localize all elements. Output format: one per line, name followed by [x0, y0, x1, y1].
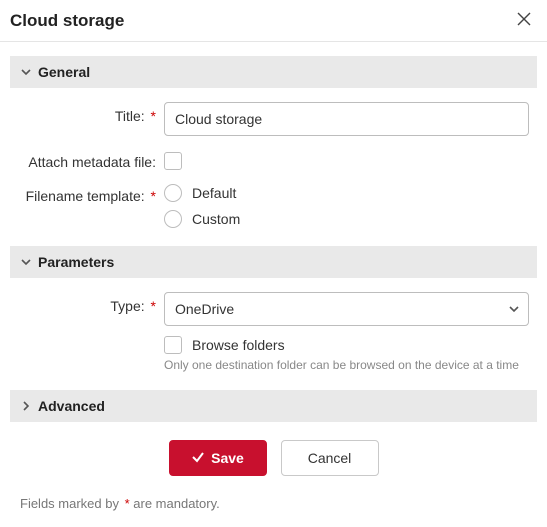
mandatory-note: Fields marked by * are mandatory. [10, 486, 537, 525]
dialog-footer: Save Cancel [10, 422, 537, 486]
filename-template-radio-group: Default Custom [164, 182, 529, 228]
section-body-general: Title: * Attach metadata file: Filename … [10, 88, 537, 246]
section-title-advanced: Advanced [38, 398, 105, 414]
radio-label-custom: Custom [192, 211, 240, 227]
dialog-content: General Title: * Attach metadata file: [0, 42, 547, 527]
browse-folders-checkbox[interactable] [164, 336, 182, 354]
cloud-storage-dialog: Cloud storage General Title: * [0, 0, 547, 527]
label-title: Title: * [18, 102, 164, 124]
browse-folders-hint: Only one destination folder can be brows… [164, 358, 529, 372]
radio-icon [164, 184, 182, 202]
label-filename-template: Filename template: * [18, 182, 164, 204]
close-icon [517, 12, 531, 29]
required-marker: * [151, 188, 156, 204]
required-marker: * [151, 298, 156, 314]
browse-folders-option[interactable]: Browse folders [164, 336, 529, 354]
label-type: Type: * [18, 292, 164, 314]
cancel-button-label: Cancel [308, 450, 352, 466]
row-title: Title: * [18, 102, 529, 136]
save-button-label: Save [211, 450, 244, 466]
title-input[interactable] [164, 102, 529, 136]
radio-option-custom[interactable]: Custom [164, 210, 529, 228]
chevron-down-icon [508, 303, 520, 315]
section-header-general[interactable]: General [10, 56, 537, 88]
section-title-parameters: Parameters [38, 254, 114, 270]
section-body-parameters: Type: * OneDrive Browse folders Only one [10, 278, 537, 390]
radio-icon [164, 210, 182, 228]
dialog-title: Cloud storage [10, 11, 124, 31]
browse-folders-label: Browse folders [192, 337, 285, 353]
close-button[interactable] [515, 10, 533, 31]
section-header-parameters[interactable]: Parameters [10, 246, 537, 278]
section-header-advanced[interactable]: Advanced [10, 390, 537, 422]
row-filename-template: Filename template: * Default Custom [18, 182, 529, 228]
type-select[interactable]: OneDrive [164, 292, 529, 326]
chevron-down-icon [20, 256, 32, 268]
dialog-header: Cloud storage [0, 0, 547, 42]
row-type: Type: * OneDrive Browse folders Only one [18, 292, 529, 372]
chevron-right-icon [20, 400, 32, 412]
chevron-down-icon [20, 66, 32, 78]
required-marker: * [151, 108, 156, 124]
radio-label-default: Default [192, 185, 236, 201]
radio-option-default[interactable]: Default [164, 184, 529, 202]
cancel-button[interactable]: Cancel [281, 440, 379, 476]
type-select-value: OneDrive [175, 301, 234, 317]
section-title-general: General [38, 64, 90, 80]
check-icon [191, 450, 205, 467]
save-button[interactable]: Save [169, 440, 267, 476]
label-attach-metadata: Attach metadata file: [18, 148, 164, 170]
attach-metadata-checkbox[interactable] [164, 152, 182, 170]
row-attach-metadata: Attach metadata file: [18, 148, 529, 170]
